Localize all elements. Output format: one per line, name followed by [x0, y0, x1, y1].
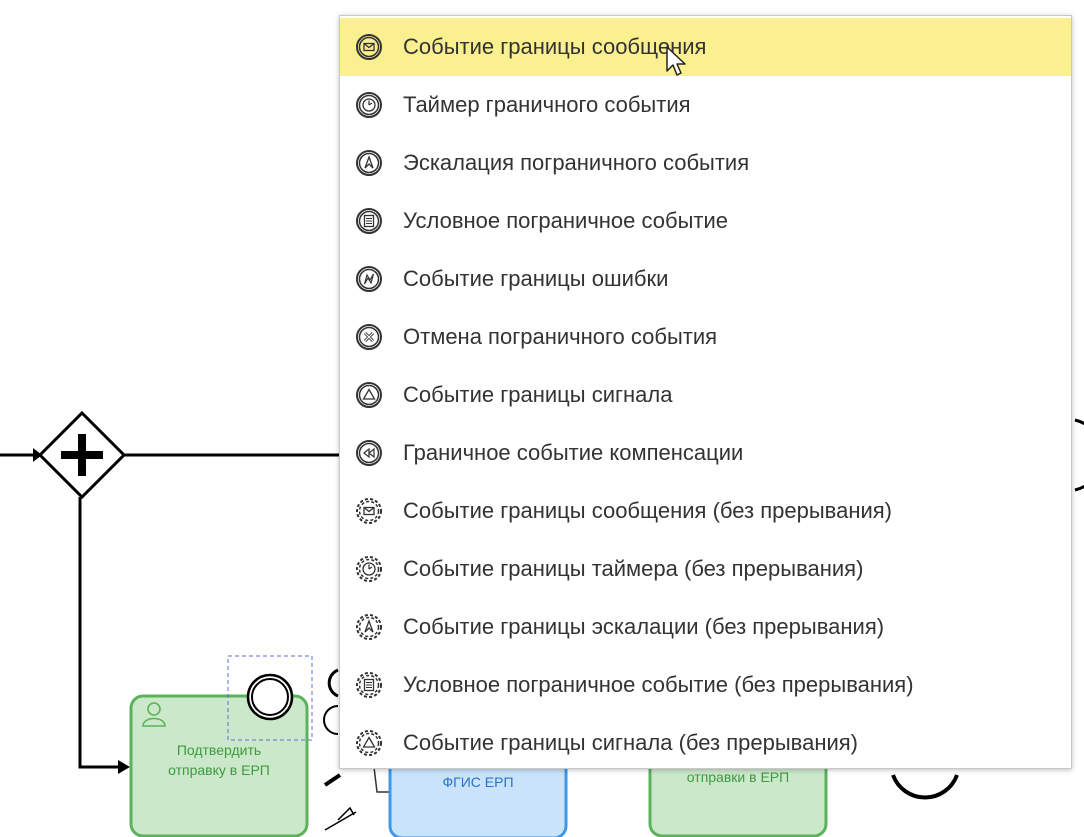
menu-item-label: Таймер граничного события [403, 92, 691, 117]
menu-item-cancel-boundary[interactable]: Отмена пограничного события [340, 308, 1071, 366]
task-confirm-label-line2: отправку в ЕРП [168, 762, 270, 778]
menu-item-label: Событие границы сигнала [403, 382, 673, 407]
menu-item-label: Условное пограничное событие (без прерыв… [403, 672, 914, 697]
menu-item-label: Событие границы эскалации (без прерывани… [403, 614, 885, 639]
context-pad-end-event-icon[interactable] [327, 668, 339, 698]
menu-item-label: Отмена пограничного события [403, 324, 718, 349]
compensation-boundary-event-icon [356, 440, 382, 466]
menu-item-timer-non-interrupting[interactable]: Событие границы таймера (без прерывания) [340, 540, 1071, 598]
conditional-non-interrupting-event-icon [356, 672, 382, 698]
menu-item-label: Условное пограничное событие [403, 208, 729, 233]
task-fgis-label: ФГИС ЕРП [442, 774, 514, 790]
menu-item-label: Граничное событие компенсации [403, 440, 744, 465]
menu-item-conditional-non-interrupting[interactable]: Условное пограничное событие (без прерыв… [340, 656, 1071, 714]
menu-item-label: Событие границы сообщения [403, 34, 707, 59]
end-event-bottom[interactable] [891, 774, 959, 800]
end-event-right[interactable] [1074, 418, 1084, 492]
menu-item-signal-boundary[interactable]: Событие границы сигнала [340, 366, 1071, 424]
arrow-head-icon [118, 760, 130, 774]
task-confirm-label-line1: Подтвердить [176, 742, 262, 758]
menu-item-label: Событие границы сигнала (без прерывания) [403, 730, 859, 755]
menu-item-error-boundary[interactable]: Событие границы ошибки [340, 250, 1071, 308]
timer-boundary-event-icon [356, 92, 382, 118]
menu-item-label: Событие границы сообщения (без прерывани… [403, 498, 892, 523]
boundary-event-selected[interactable] [246, 673, 294, 721]
menu-item-label: Событие границы таймера (без прерывания) [403, 556, 864, 581]
replace-boundary-event-menu: Событие границы сообщения Таймер граничн… [339, 15, 1072, 769]
task-confirm-label: Подтвердить отправку в ЕРП [131, 740, 307, 780]
context-pad-intermediate-event-icon[interactable] [323, 705, 339, 735]
menu-item-message-boundary[interactable]: Событие границы сообщения [340, 18, 1071, 76]
menu-item-conditional-boundary[interactable]: Условное пограничное событие [340, 192, 1071, 250]
menu-item-label: Эскалация пограничного события [403, 150, 750, 175]
message-boundary-event-icon [356, 34, 382, 60]
menu-item-label: Событие границы ошибки [403, 266, 669, 291]
escalation-non-interrupting-event-icon [356, 614, 382, 640]
menu-item-message-non-interrupting[interactable]: Событие границы сообщения (без прерывани… [340, 482, 1071, 540]
cancel-boundary-event-icon [356, 324, 382, 350]
menu-item-signal-non-interrupting[interactable]: Событие границы сигнала (без прерывания) [340, 714, 1071, 772]
parallel-gateway[interactable] [37, 410, 127, 500]
signal-non-interrupting-event-icon [356, 730, 382, 756]
escalation-boundary-event-icon [356, 150, 382, 176]
error-boundary-event-icon [356, 266, 382, 292]
menu-item-escalation-boundary[interactable]: Эскалация пограничного события [340, 134, 1071, 192]
context-pad-flow-icon[interactable] [324, 806, 357, 831]
timer-non-interrupting-event-icon [356, 556, 382, 582]
menu-item-escalation-non-interrupting[interactable]: Событие границы эскалации (без прерывани… [340, 598, 1071, 656]
signal-boundary-event-icon [356, 382, 382, 408]
menu-item-timer-boundary[interactable]: Таймер граничного события [340, 76, 1071, 134]
context-pad-connect-icon[interactable] [323, 773, 342, 787]
conditional-boundary-event-icon [356, 208, 382, 234]
sequence-flow-to-task[interactable] [78, 497, 122, 769]
menu-item-compensation-boundary[interactable]: Граничное событие компенсации [340, 424, 1071, 482]
message-non-interrupting-event-icon [356, 498, 382, 524]
